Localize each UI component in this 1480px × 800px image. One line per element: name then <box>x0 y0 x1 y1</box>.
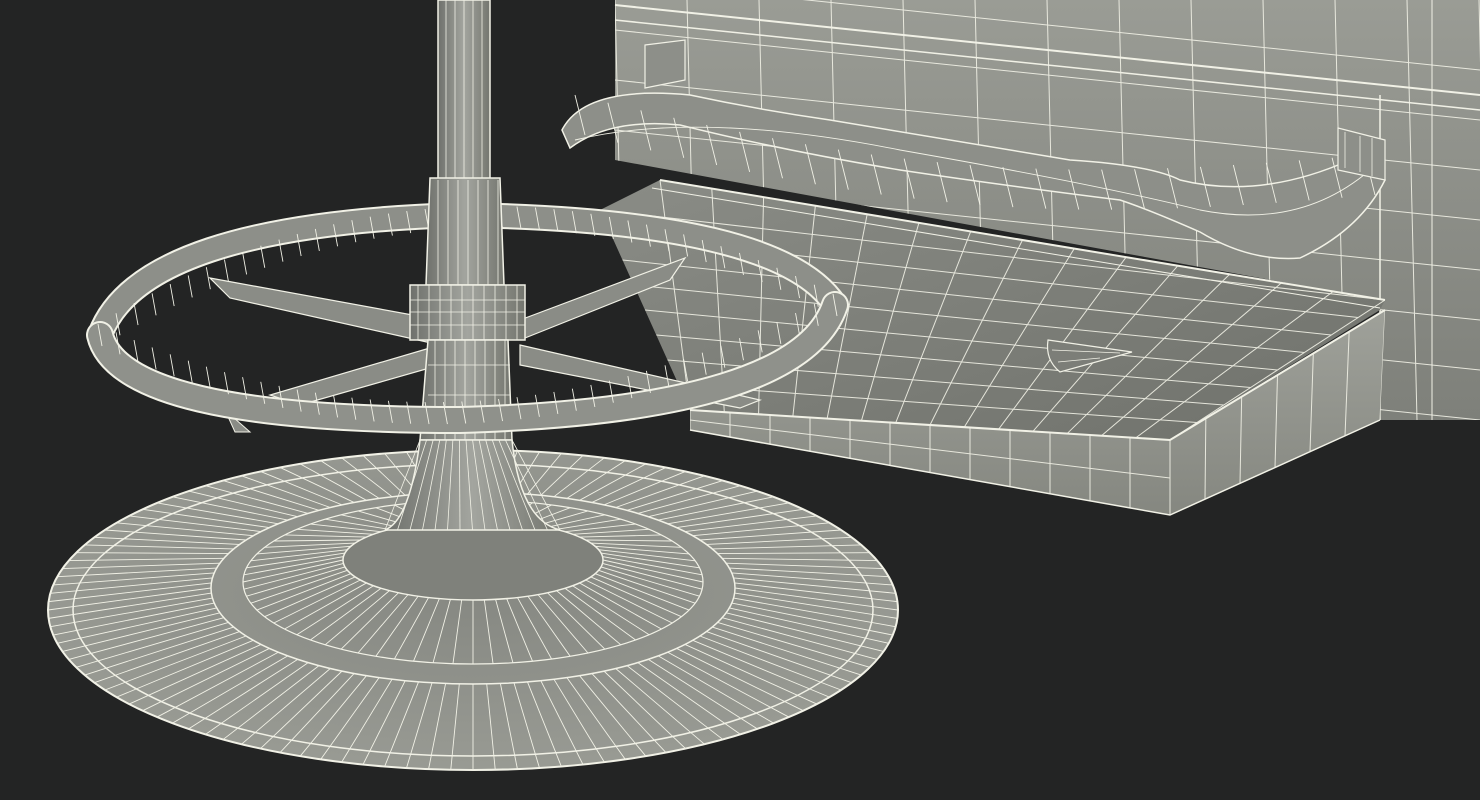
pedestal-post <box>384 0 561 531</box>
render-viewport <box>0 0 1480 800</box>
wireframe-render <box>47 0 1480 771</box>
ring-wire <box>187 360 193 383</box>
ring-wire <box>224 259 229 282</box>
ring-wire <box>133 302 139 326</box>
ring-wire <box>151 347 157 370</box>
ring-wire <box>242 252 248 275</box>
ring-wire <box>169 354 175 377</box>
ring-wire <box>187 275 193 298</box>
post-wire <box>459 439 461 531</box>
ring-wire <box>169 284 175 307</box>
ring-wire <box>151 293 157 316</box>
ring-wire <box>205 366 211 389</box>
